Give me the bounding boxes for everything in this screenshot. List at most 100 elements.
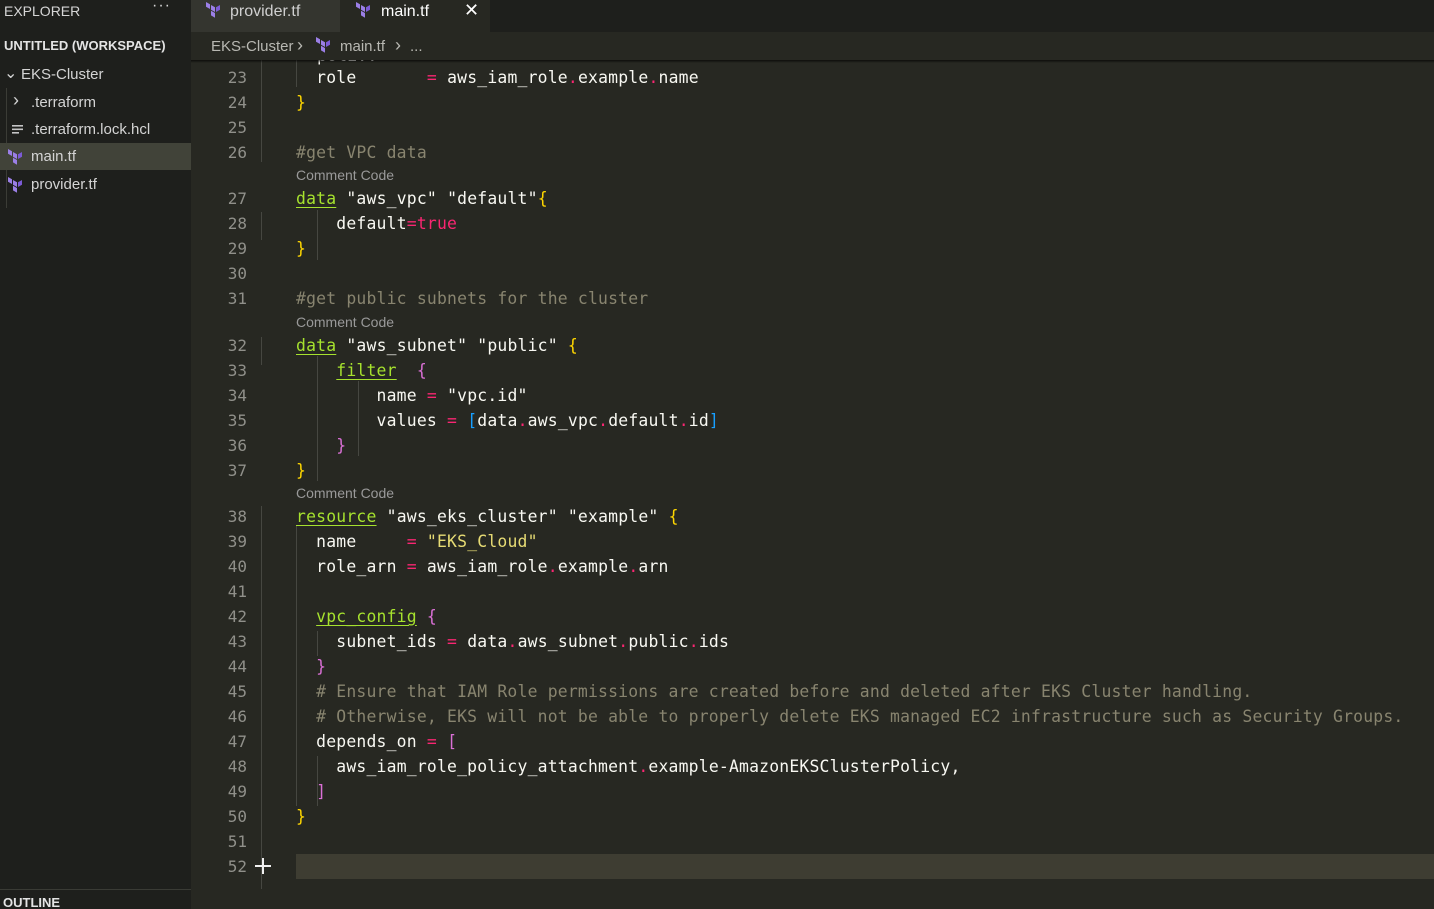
tab-main-tf[interactable]: main.tf ✕	[340, 0, 490, 32]
line-number: 52	[227, 857, 247, 876]
code-line: 41	[191, 579, 1434, 604]
line-number: 45	[227, 682, 247, 701]
code-text: filter {	[336, 361, 427, 380]
tree-file-main-tf[interactable]: main.tf	[0, 143, 191, 170]
line-number: 23	[227, 68, 247, 87]
workspace-title: UNTITLED (WORKSPACE)	[4, 38, 166, 53]
tree-file-lock-hcl[interactable]: .terraform.lock.hcl	[0, 116, 191, 143]
tree-item-label: .terraform	[31, 94, 97, 111]
code-text: # Ensure that IAM Role permissions are c…	[296, 682, 1253, 701]
code-line: 30	[191, 261, 1434, 286]
line-number: 31	[227, 289, 247, 308]
editor-tab-bar: provider.tf main.tf ✕	[191, 0, 1434, 32]
code-lens-comment-code[interactable]: Comment Code	[296, 485, 394, 503]
explorer-sidebar: EXPLORER ··· UNTITLED (WORKSPACE) ⌄ EKS-…	[0, 0, 191, 909]
code-text: subnet_ids = data.aws_subnet.public.ids	[336, 632, 730, 651]
code-line: 39 name = "EKS_Cloud"	[191, 529, 1434, 554]
code-text: }	[296, 93, 307, 112]
code-text: ]	[296, 782, 327, 801]
workspace-section-header[interactable]: UNTITLED (WORKSPACE)	[0, 36, 191, 58]
code-text: depends_on = [	[316, 732, 458, 751]
plus-icon[interactable]	[255, 856, 271, 876]
code-text: data "aws_subnet" "public" {	[296, 336, 578, 355]
code-line: 44 }	[191, 654, 1434, 679]
line-number: 38	[227, 507, 247, 526]
code-text: #get VPC data	[296, 143, 427, 162]
line-number: 44	[227, 657, 247, 676]
code-line-current[interactable]: 52	[191, 854, 1434, 879]
line-number: 39	[227, 532, 247, 551]
line-number: 27	[227, 189, 247, 208]
line-number: 32	[227, 336, 247, 355]
code-line: 47 depends_on = [	[191, 729, 1434, 754]
tab-label: main.tf	[381, 3, 430, 20]
line-number: 41	[227, 582, 247, 601]
code-text: values = [data.aws_vpc.default.id]	[376, 411, 719, 430]
line-number: 30	[227, 264, 247, 283]
terraform-logo-icon	[7, 149, 24, 170]
tab-provider-tf[interactable]: provider.tf	[191, 0, 340, 32]
chevron-down-icon: ⌄	[4, 65, 18, 82]
code-editor[interactable]: poli.. Comment Code Comment Code Comment…	[191, 60, 1434, 889]
tree-folder-eks-cluster[interactable]: ⌄ EKS-Cluster	[0, 61, 191, 88]
line-number: 48	[227, 757, 247, 776]
chevron-right-icon: ›	[297, 35, 303, 55]
terraform-logo-icon	[315, 37, 332, 58]
code-line: 40 role_arn = aws_iam_role.example.arn	[191, 554, 1434, 579]
line-number: 37	[227, 461, 247, 480]
code-line: 36 }	[191, 433, 1434, 458]
tree-file-provider-tf[interactable]: provider.tf	[0, 171, 191, 198]
code-text: name = "vpc.id"	[376, 386, 528, 405]
code-text: }	[296, 461, 307, 480]
breadcrumb-folder[interactable]: EKS-Cluster	[211, 38, 294, 55]
code-line: 46 # Otherwise, EKS will not be able to …	[191, 704, 1434, 729]
code-lens-comment-code[interactable]: Comment Code	[296, 167, 394, 185]
lines-file-icon	[12, 123, 24, 140]
line-number: 50	[227, 807, 247, 826]
code-text: role_arn = aws_iam_role.example.arn	[316, 557, 669, 576]
line-number: 34	[227, 386, 247, 405]
terraform-logo-icon	[205, 2, 222, 24]
code-line: 26 #get VPC data	[191, 140, 1434, 165]
line-number: 40	[227, 557, 247, 576]
current-line-highlight	[296, 854, 1434, 879]
chevron-right-icon: ›	[13, 90, 19, 110]
code-text: vpc_config {	[316, 607, 437, 626]
tree-item-label: EKS-Cluster	[21, 66, 104, 83]
code-text: role = aws_iam_role.example.name	[316, 68, 699, 87]
tree-item-label: main.tf	[31, 148, 77, 165]
code-text: }	[296, 807, 307, 826]
code-text: }	[296, 436, 347, 455]
tree-item-label: .terraform.lock.hcl	[31, 121, 151, 138]
code-line: 37 }	[191, 458, 1434, 483]
line-number: 51	[227, 832, 247, 851]
code-line: 24 }	[191, 90, 1434, 115]
explorer-header: EXPLORER ···	[0, 0, 191, 24]
line-number: 43	[227, 632, 247, 651]
close-icon[interactable]: ✕	[464, 0, 479, 21]
code-line: 32 data "aws_subnet" "public" {	[191, 333, 1434, 358]
code-text: aws_iam_role_policy_attachment.example-A…	[336, 757, 961, 776]
code-text: data "aws_vpc" "default"{	[296, 189, 548, 208]
scroll-shadow	[191, 60, 1434, 63]
code-line: 27 data "aws_vpc" "default"{	[191, 186, 1434, 211]
code-line: 25	[191, 115, 1434, 140]
code-text: name = "EKS_Cloud"	[316, 532, 538, 551]
code-line: 48 aws_iam_role_policy_attachment.exampl…	[191, 754, 1434, 779]
outline-section-header[interactable]: OUTLINE	[0, 889, 191, 909]
code-line: 42 vpc_config {	[191, 604, 1434, 629]
breadcrumb-symbol-more[interactable]: ...	[410, 38, 423, 55]
code-text: default=true	[336, 214, 458, 233]
tree-folder-terraform[interactable]: › .terraform	[0, 89, 191, 116]
code-line: 45 # Ensure that IAM Role permissions ar…	[191, 679, 1434, 704]
code-line: 51	[191, 829, 1434, 854]
code-line: 31 #get public subnets for the cluster	[191, 286, 1434, 311]
code-text: }	[296, 657, 327, 676]
code-line: 35 values = [data.aws_vpc.default.id]	[191, 408, 1434, 433]
code-lens-comment-code[interactable]: Comment Code	[296, 314, 394, 332]
outline-title: OUTLINE	[3, 895, 61, 909]
more-actions-icon[interactable]: ···	[152, 0, 171, 15]
tab-label: provider.tf	[230, 3, 301, 20]
breadcrumb-file[interactable]: main.tf	[340, 38, 385, 55]
line-number: 28	[227, 214, 247, 233]
